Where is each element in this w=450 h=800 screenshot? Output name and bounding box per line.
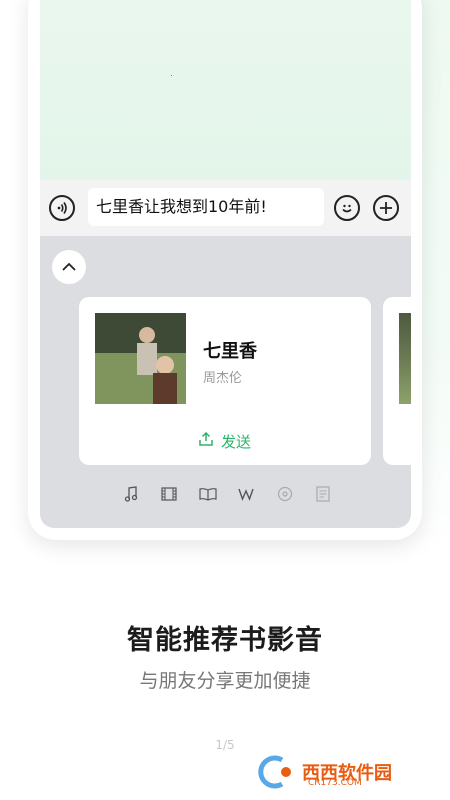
book-tab-icon[interactable] [199,485,217,503]
send-label: 发送 [220,432,251,451]
document-tab-icon[interactable] [314,485,332,503]
disc-tab-icon[interactable] [276,485,294,503]
chevron-up-icon[interactable] [52,250,86,284]
song-card[interactable]: 七里香 周杰伦 发送 [79,297,371,465]
song-artist: 周杰伦 [203,371,243,386]
media-type-tabs [122,484,332,504]
next-card-peek[interactable] [383,297,411,465]
share-icon [199,431,213,450]
voice-icon[interactable] [49,195,75,221]
watermark-logo: 西西软件园 CR173.COM [252,752,432,792]
recommend-panel: 七里香 周杰伦 发送 [40,236,411,528]
watermark-mark [258,755,291,789]
watermark-domain: CR173.COM [308,778,362,788]
feature-headline: 智能推荐书影音 [127,625,323,656]
song-title: 七里香 [203,341,257,362]
chat-dot [171,75,172,76]
send-button[interactable]: 发送 [79,427,371,455]
plus-icon[interactable] [373,195,399,221]
music-tab-icon[interactable] [122,485,140,503]
film-tab-icon[interactable] [160,485,178,503]
message-input[interactable]: 七里香让我想到10年前! [88,188,324,226]
input-bar: 七里香让我想到10年前! [40,180,411,236]
emoji-icon[interactable] [334,195,360,221]
feature-subline: 与朋友分享更加便捷 [139,670,311,692]
album-cover [95,313,186,404]
chat-area [40,0,411,180]
page-indicator: 1/5 [215,738,235,752]
next-card-cover [399,313,411,404]
w-tab-icon[interactable] [237,485,255,503]
